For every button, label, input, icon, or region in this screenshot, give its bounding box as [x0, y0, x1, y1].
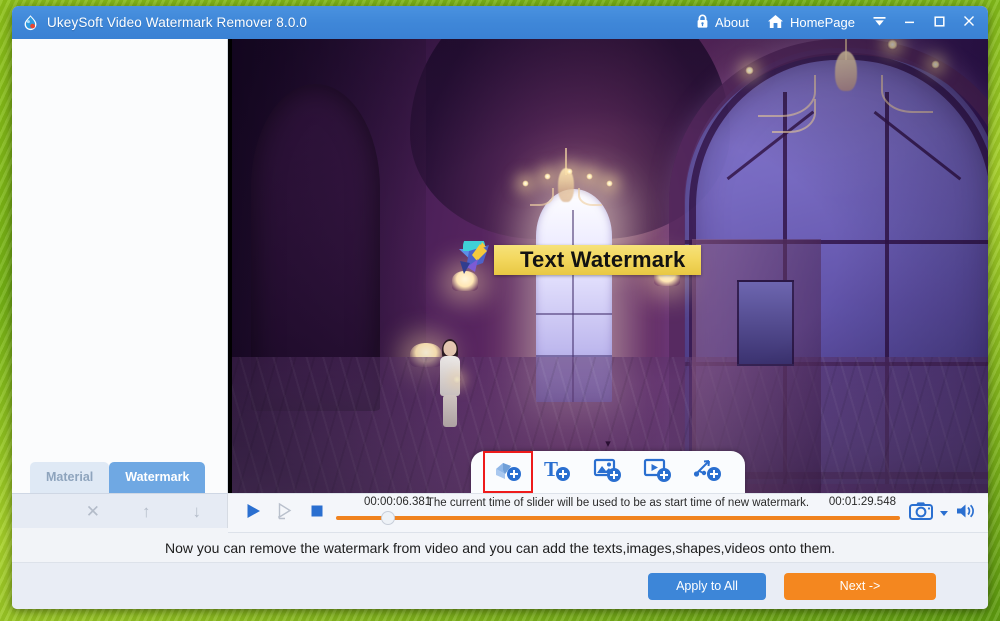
candle-flame	[887, 39, 898, 50]
title-bar: UkeySoft Video Watermark Remover 8.0.0 A…	[12, 6, 988, 39]
panel-tabs: Material Watermark	[12, 462, 227, 493]
volume-button[interactable]	[954, 502, 976, 524]
candle-flame	[522, 180, 529, 187]
about-button[interactable]: About	[687, 6, 758, 39]
next-button[interactable]: Next ->	[784, 573, 936, 600]
scene-chandelier-upper	[712, 39, 942, 171]
chevron-down-icon	[872, 15, 887, 31]
play-button[interactable]	[242, 502, 264, 524]
player-right-controls	[908, 502, 976, 524]
candle-flame	[566, 168, 573, 175]
upper-section: Material Watermark	[12, 39, 988, 493]
homepage-button[interactable]: HomePage	[758, 6, 864, 39]
step-forward-icon	[276, 502, 294, 525]
snapshot-dropdown-button[interactable]	[938, 502, 950, 524]
add-shape-watermark-button[interactable]	[483, 451, 533, 493]
candle-flame	[544, 173, 551, 180]
volume-icon	[955, 502, 975, 525]
scene-letterbox	[228, 39, 232, 493]
minimize-button[interactable]	[894, 6, 924, 39]
caret-down-icon	[939, 504, 949, 522]
apply-to-all-button[interactable]: Apply to All	[648, 573, 766, 600]
stop-icon	[309, 503, 325, 524]
titlebar-menu-button[interactable]	[864, 6, 894, 39]
home-icon	[767, 14, 784, 32]
chandelier-arm	[578, 188, 602, 206]
play-icon	[244, 502, 262, 525]
chandelier-arm	[772, 99, 816, 133]
add-text-watermark-button[interactable]: T	[533, 451, 583, 493]
text-watermark-overlay[interactable]: Text Watermark	[456, 243, 701, 277]
stop-button[interactable]	[306, 502, 328, 524]
add-video-watermark-button[interactable]	[633, 451, 683, 493]
watermark-text: Text Watermark	[520, 247, 685, 273]
chandelier-arm	[530, 188, 554, 206]
watermark-text-bar[interactable]: Text Watermark	[494, 245, 701, 275]
move-up-button[interactable]: ↑	[142, 503, 151, 520]
character-legs	[443, 395, 457, 427]
list-toolbar: ✕ ↑ ↓	[12, 493, 228, 528]
scene-character	[437, 341, 463, 429]
scene-small-window	[737, 280, 794, 366]
candle-flame	[931, 60, 940, 69]
maximize-button[interactable]	[924, 6, 954, 39]
watermark-list[interactable]	[12, 39, 227, 462]
chandelier-body	[835, 51, 857, 91]
application-window: UkeySoft Video Watermark Remover 8.0.0 A…	[12, 6, 988, 609]
chevron-down-icon[interactable]: ▾	[605, 439, 611, 450]
player-bar: 00:00:06.381 The current time of slider …	[228, 493, 988, 533]
tab-watermark[interactable]: Watermark	[109, 462, 205, 493]
left-panel: Material Watermark	[12, 39, 228, 493]
delete-watermark-button[interactable]: ✕	[86, 503, 100, 520]
window-body: Material Watermark	[12, 39, 988, 609]
maximize-icon	[933, 15, 946, 31]
image-plus-icon	[593, 457, 623, 488]
seek-handle[interactable]	[381, 511, 395, 525]
effect-plus-icon	[693, 457, 723, 488]
homepage-label: HomePage	[790, 15, 855, 30]
tab-material-label: Material	[46, 470, 93, 484]
candle-flame	[606, 180, 613, 187]
seek-track[interactable]	[336, 516, 900, 520]
shape-plus-icon	[493, 457, 523, 488]
character-head	[444, 341, 457, 356]
tab-watermark-label: Watermark	[125, 470, 189, 484]
lock-icon	[696, 14, 709, 32]
snapshot-button[interactable]	[908, 502, 934, 524]
video-preview[interactable]: Text Watermark	[228, 39, 988, 493]
brand-mark-icon	[456, 241, 500, 279]
description-area: Now you can remove the watermark from vi…	[12, 533, 988, 563]
minimize-icon	[903, 15, 916, 31]
step-forward-button[interactable]	[274, 502, 296, 524]
scene-chandelier-center	[516, 148, 616, 238]
add-image-watermark-button[interactable]: ▾	[583, 451, 633, 493]
watermark-tool-dock: T ▾	[471, 451, 745, 493]
water-drop-logo-icon	[22, 14, 39, 31]
candle-flame	[586, 173, 593, 180]
transport-controls	[242, 502, 328, 524]
current-time-label: 00:00:06.381	[364, 496, 431, 508]
window-title: UkeySoft Video Watermark Remover 8.0.0	[47, 15, 307, 30]
video-plus-icon	[643, 457, 673, 488]
action-bar: Apply to All Next ->	[12, 563, 988, 609]
total-time-label: 00:01:29.548	[829, 496, 896, 508]
about-label: About	[715, 15, 749, 30]
camera-icon	[909, 501, 933, 525]
move-down-button[interactable]: ↓	[193, 503, 202, 520]
text-plus-icon: T	[543, 457, 573, 488]
chandelier-arm	[881, 75, 933, 113]
candle-flame	[745, 66, 754, 75]
slider-hint-label: The current time of slider will be used …	[427, 497, 809, 509]
description-text: Now you can remove the watermark from vi…	[165, 540, 835, 556]
svg-text:T: T	[544, 457, 558, 481]
seek-bar[interactable]: 00:00:06.381 The current time of slider …	[336, 493, 900, 533]
toolbar-player-row: ✕ ↑ ↓	[12, 493, 988, 533]
tab-material[interactable]: Material	[30, 462, 109, 493]
add-effect-watermark-button[interactable]	[683, 451, 733, 493]
close-icon	[962, 14, 976, 31]
close-button[interactable]	[954, 6, 984, 39]
window-mullion	[536, 313, 612, 315]
